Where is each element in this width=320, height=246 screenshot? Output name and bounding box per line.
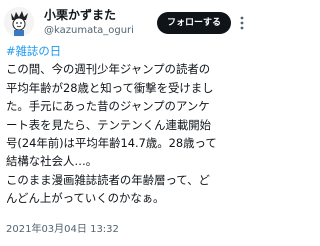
tweet-line: 結構な社会人…。 (6, 154, 98, 169)
tweet-timestamp[interactable]: 2021年03月04日 13:32 (6, 224, 119, 236)
tweet-line: この間、今の週刊少年ジャンプの読者の (6, 62, 211, 77)
hashtag-link[interactable]: #雑誌の日 (6, 42, 248, 60)
more-icon[interactable] (236, 13, 248, 33)
tweet-line: 平均年齢が28歳と知って衝撃を受けまし (6, 80, 214, 95)
tweet-line: ート表を見たら、テンテンくん連載開始 (6, 117, 212, 132)
tweet-line: た。手元にあった昔のジャンプのアンケ (6, 99, 210, 114)
tweet-line: このまま漫画雑誌読者の年齢層って、ど (6, 172, 210, 187)
display-name[interactable]: 小栗かずまた (44, 8, 116, 22)
user-handle[interactable]: @kazumata_oguri (44, 25, 134, 37)
follow-button[interactable]: フォローする (157, 12, 231, 34)
tweet-text: #雑誌の日 この間、今の週刊少年ジャンプの読者の 平均年齢が28歳と知って衝撃を… (6, 42, 248, 208)
avatar[interactable] (4, 7, 34, 37)
tweet-line: 号(24年前)は平均年齢14.7歳。28歳って (6, 136, 217, 151)
avatar-drawing-icon (4, 7, 34, 37)
tweet-line: んどん上がっていくのかなぁ。 (6, 191, 165, 206)
